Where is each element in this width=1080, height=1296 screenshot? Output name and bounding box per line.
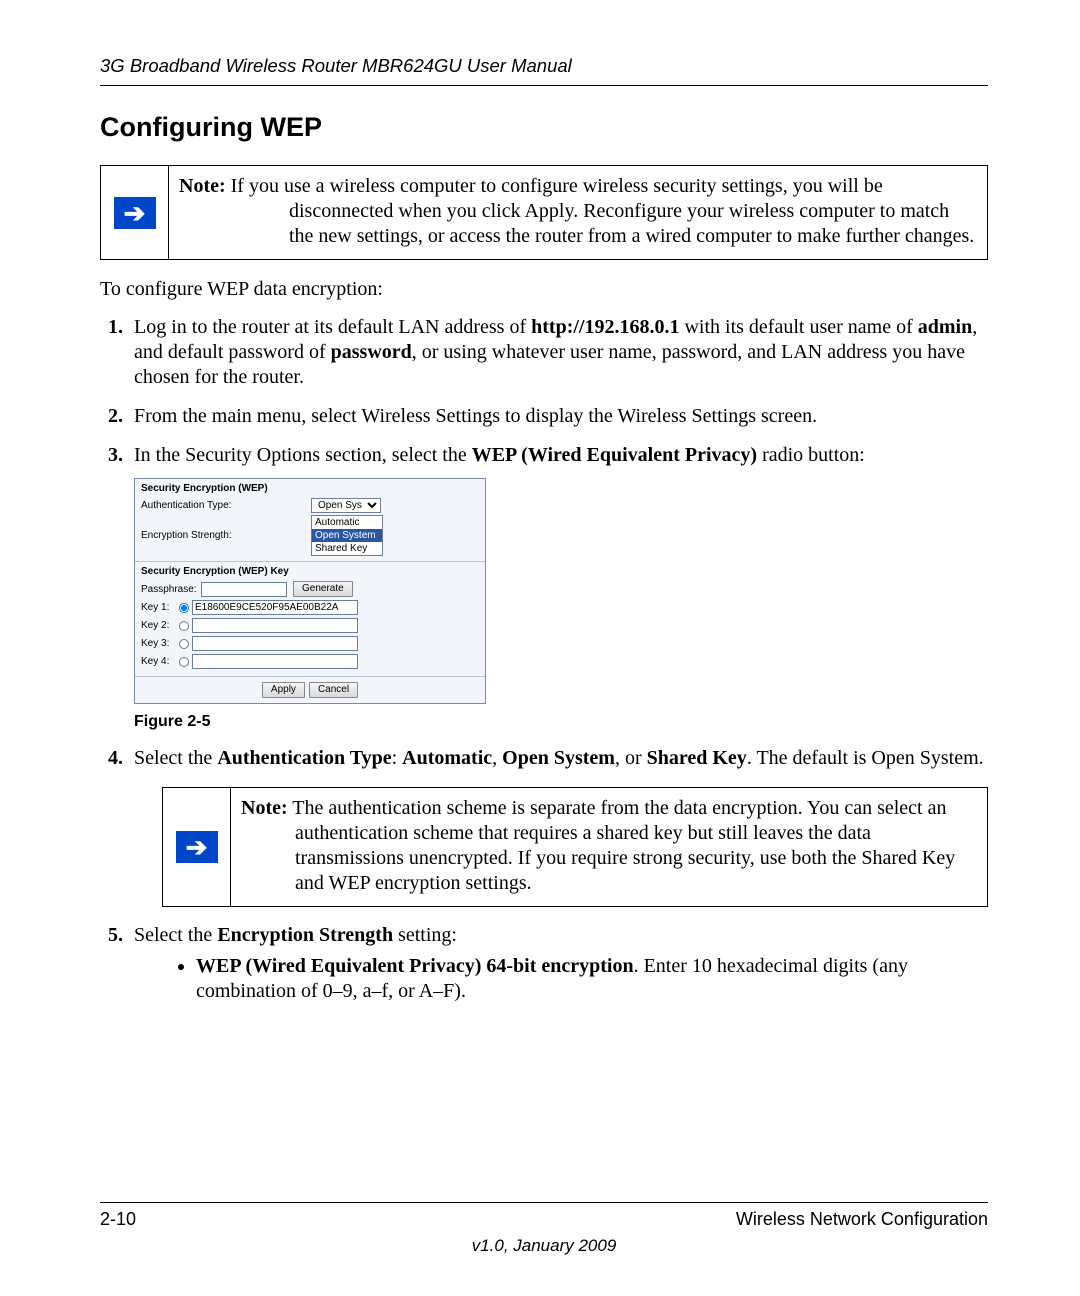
key1-label: Key 1: [141, 601, 179, 614]
steps-list: Log in to the router at its default LAN … [100, 315, 988, 1004]
key3-label: Key 3: [141, 637, 179, 650]
note-label: Note: [241, 797, 288, 819]
passphrase-label: Passphrase: [141, 583, 201, 596]
note-body: If you use a wireless computer to config… [226, 175, 975, 247]
step-1: Log in to the router at its default LAN … [128, 315, 988, 390]
footer-section-name: Wireless Network Configuration [736, 1209, 988, 1230]
note-box-2: ➔ Note: The authentication scheme is sep… [162, 787, 988, 907]
note-label: Note: [179, 175, 226, 197]
note-icon-cell: ➔ [101, 166, 169, 259]
step-3: In the Security Options section, select … [128, 443, 988, 732]
key4-radio[interactable] [179, 657, 189, 667]
note-text: Note: The authentication scheme is separ… [231, 788, 987, 906]
step-2: From the main menu, select Wireless Sett… [128, 404, 988, 429]
key2-radio[interactable] [179, 621, 189, 631]
key4-label: Key 4: [141, 655, 179, 668]
footer-version: v1.0, January 2009 [100, 1236, 988, 1256]
dd-shared-key[interactable]: Shared Key [312, 542, 382, 555]
key2-input[interactable] [192, 618, 358, 633]
note-icon-cell: ➔ [163, 788, 231, 906]
arrow-right-icon: ➔ [176, 831, 218, 863]
key4-input[interactable] [192, 654, 358, 669]
running-header: 3G Broadband Wireless Router MBR624GU Us… [100, 55, 988, 77]
enc-strength-label: Encryption Strength: [141, 529, 311, 542]
bullet-64bit: WEP (Wired Equivalent Privacy) 64-bit en… [196, 954, 988, 1004]
wep-panel: Security Encryption (WEP) Authentication… [134, 478, 486, 704]
page-footer: 2-10 Wireless Network Configuration v1.0… [100, 1202, 988, 1256]
auth-type-label: Authentication Type: [141, 499, 311, 512]
note-box-1: ➔ Note: If you use a wireless computer t… [100, 165, 988, 260]
page-number: 2-10 [100, 1209, 136, 1230]
figure-screenshot: Security Encryption (WEP) Authentication… [134, 478, 988, 704]
key3-radio[interactable] [179, 639, 189, 649]
key2-label: Key 2: [141, 619, 179, 632]
apply-button[interactable]: Apply [262, 682, 305, 698]
enc-strength-dropdown[interactable]: Automatic Open System Shared Key [311, 515, 383, 556]
key1-radio[interactable] [179, 603, 189, 613]
generate-button[interactable]: Generate [293, 581, 353, 597]
auth-type-select[interactable]: Open System [311, 498, 381, 513]
manual-page: 3G Broadband Wireless Router MBR624GU Us… [0, 0, 1080, 1296]
section-title: Configuring WEP [100, 112, 988, 143]
arrow-right-icon: ➔ [114, 197, 156, 229]
intro-paragraph: To configure WEP data encryption: [100, 278, 988, 301]
step-5: Select the Encryption Strength setting: … [128, 923, 988, 1004]
dd-open-system[interactable]: Open System [312, 529, 382, 542]
figure-caption: Figure 2-5 [134, 712, 988, 732]
step-5-bullets: WEP (Wired Equivalent Privacy) 64-bit en… [134, 954, 988, 1004]
note-text: Note: If you use a wireless computer to … [169, 166, 987, 259]
footer-rule [100, 1202, 988, 1203]
key1-input[interactable] [192, 600, 358, 615]
wep-sec2-heading: Security Encryption (WEP) Key [141, 565, 479, 578]
step-4: Select the Authentication Type: Automati… [128, 746, 988, 907]
cancel-button[interactable]: Cancel [309, 682, 358, 698]
header-rule [100, 85, 988, 86]
key3-input[interactable] [192, 636, 358, 651]
wep-sec1-heading: Security Encryption (WEP) [141, 482, 479, 495]
passphrase-input[interactable] [201, 582, 287, 597]
note-body: The authentication scheme is separate fr… [288, 797, 956, 894]
dd-automatic[interactable]: Automatic [312, 516, 382, 529]
